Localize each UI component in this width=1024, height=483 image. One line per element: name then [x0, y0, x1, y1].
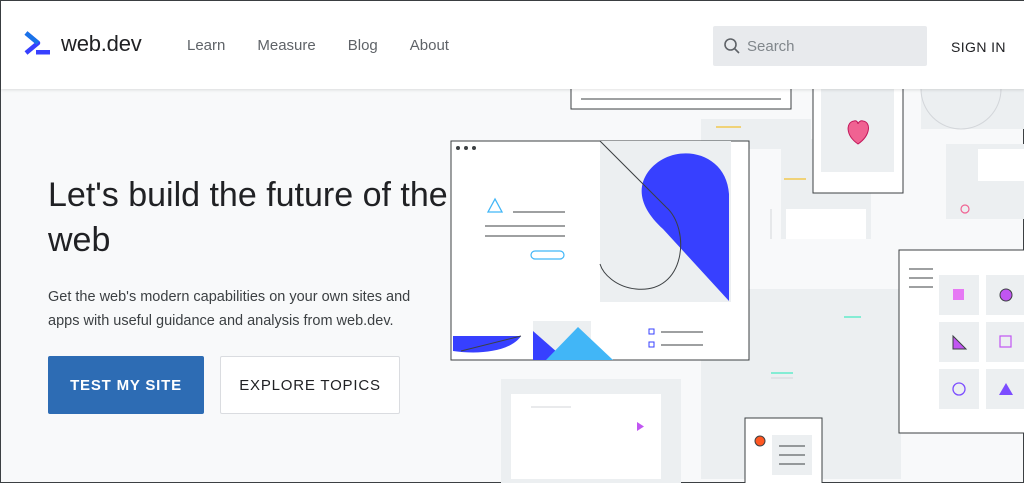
nav-learn[interactable]: Learn	[187, 37, 225, 54]
signin-button[interactable]: SIGN IN	[951, 39, 1006, 55]
logo-text: web.dev	[61, 31, 142, 56]
nav-blog[interactable]: Blog	[348, 37, 378, 54]
nav-measure[interactable]: Measure	[257, 37, 315, 54]
search-icon	[724, 38, 740, 54]
logo[interactable]: web.dev	[24, 31, 142, 57]
search-box[interactable]	[713, 26, 927, 66]
circle-icon	[999, 288, 1013, 302]
webdev-logo-icon	[24, 31, 50, 55]
explore-topics-button[interactable]: EXPLORE TOPICS	[220, 356, 400, 414]
site-header: web.dev Learn Measure Blog About SIGN IN	[1, 1, 1024, 89]
nav-about[interactable]: About	[410, 37, 449, 54]
illustration-svg	[450, 89, 1024, 483]
hero-description: Get the web's modern capabilities on you…	[48, 289, 411, 329]
main-nav: Learn Measure Blog About	[187, 37, 481, 54]
square-icon	[953, 289, 964, 300]
hero-illustration	[441, 89, 1024, 483]
test-my-site-button[interactable]: TEST MY SITE	[48, 356, 204, 414]
search-input[interactable]	[747, 37, 917, 55]
hero-title: Let's build the future of the web	[48, 176, 448, 259]
